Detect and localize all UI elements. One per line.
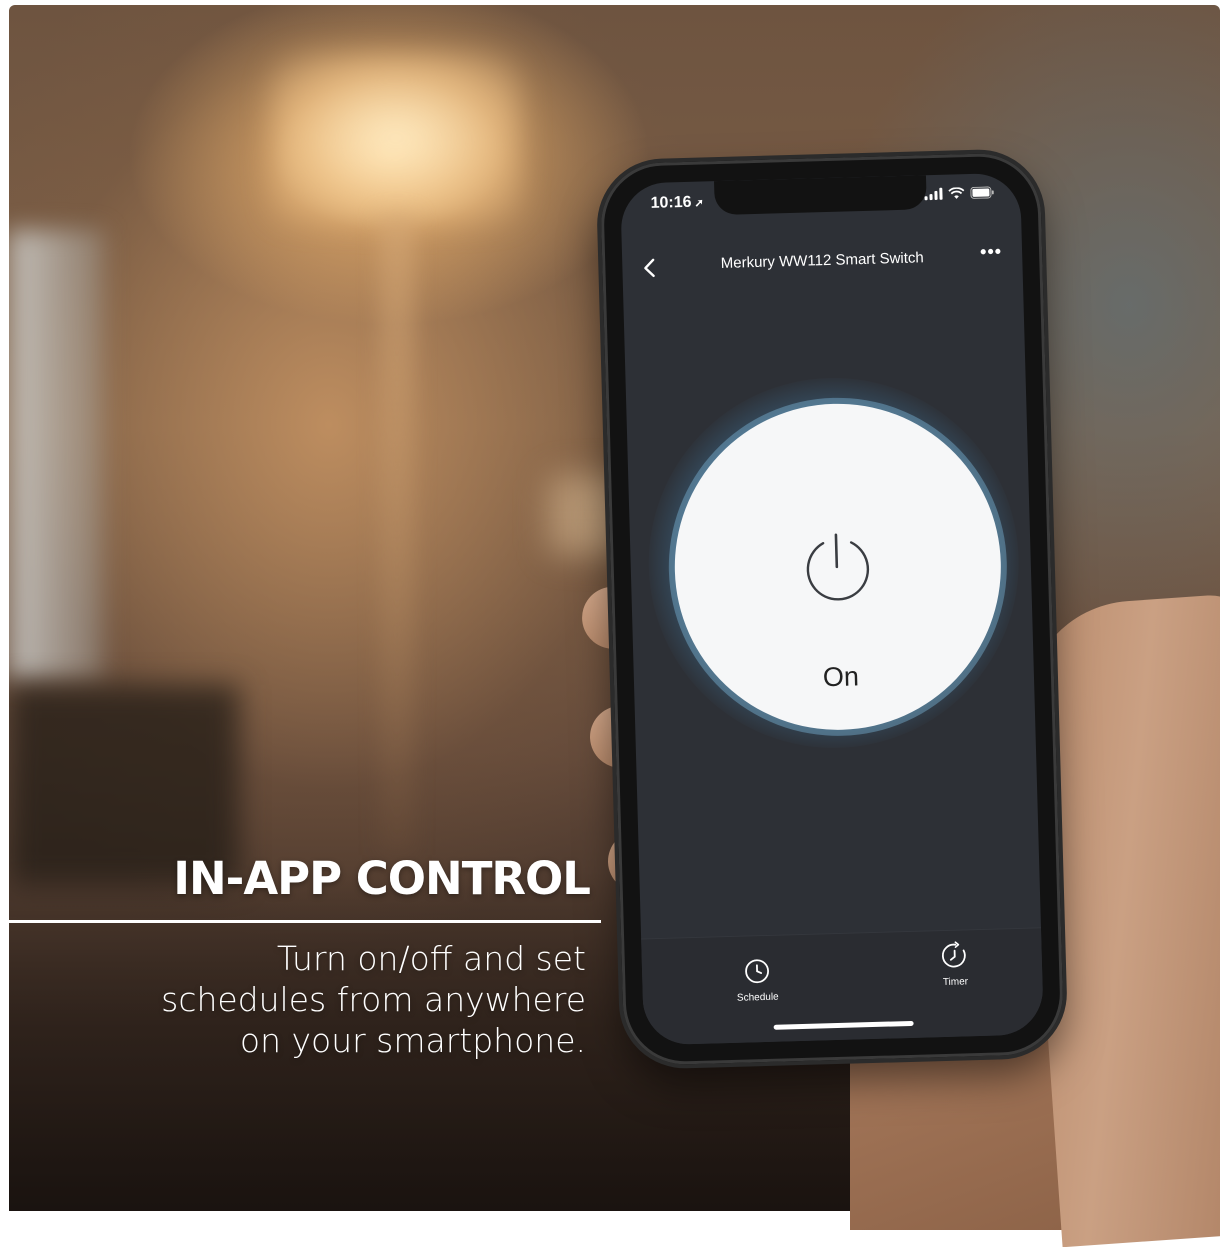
- headline: IN-APP CONTROL: [173, 852, 591, 905]
- tab-label: Timer: [942, 976, 969, 989]
- caption-line: schedules from anywhere: [161, 980, 586, 1019]
- timer-icon: [941, 941, 966, 968]
- status-icons: [924, 186, 994, 201]
- tab-label: Schedule: [736, 991, 779, 1004]
- window-light: [9, 230, 104, 680]
- smartphone: 10:16 ➚ Merkury WW112 Smart Switch ••• O…: [599, 152, 1065, 1066]
- chevron-left-icon: [644, 258, 655, 278]
- location-arrow-icon: ➚: [694, 197, 704, 210]
- caption-line: Turn on/off and set: [276, 939, 586, 978]
- battery-icon: [970, 186, 994, 199]
- phone-notch: [714, 175, 927, 216]
- more-options-button[interactable]: •••: [976, 241, 1007, 264]
- caption-line: on your smartphone.: [239, 1021, 586, 1060]
- home-indicator[interactable]: [773, 1020, 914, 1030]
- phone-screen: 10:16 ➚ Merkury WW112 Smart Switch ••• O…: [620, 172, 1044, 1046]
- status-time: 10:16 ➚: [650, 193, 704, 212]
- divider-line: [9, 920, 601, 923]
- lamp-glow: [271, 53, 521, 223]
- tab-timer[interactable]: Timer: [909, 939, 1000, 988]
- clock-icon: [745, 959, 769, 984]
- lamp-pole: [379, 215, 415, 855]
- app-title: Merkury WW112 Smart Switch: [720, 249, 925, 272]
- caption-text: Turn on/off and set schedules from anywh…: [120, 938, 586, 1061]
- time-text: 10:16: [650, 193, 692, 212]
- tab-schedule[interactable]: Schedule: [712, 955, 803, 1004]
- back-button[interactable]: [636, 255, 663, 282]
- cellular-signal-icon: [924, 187, 943, 201]
- bottom-tab-bar: Schedule Timer: [641, 927, 1044, 1046]
- wifi-icon: [948, 187, 965, 199]
- power-icon: [806, 533, 870, 601]
